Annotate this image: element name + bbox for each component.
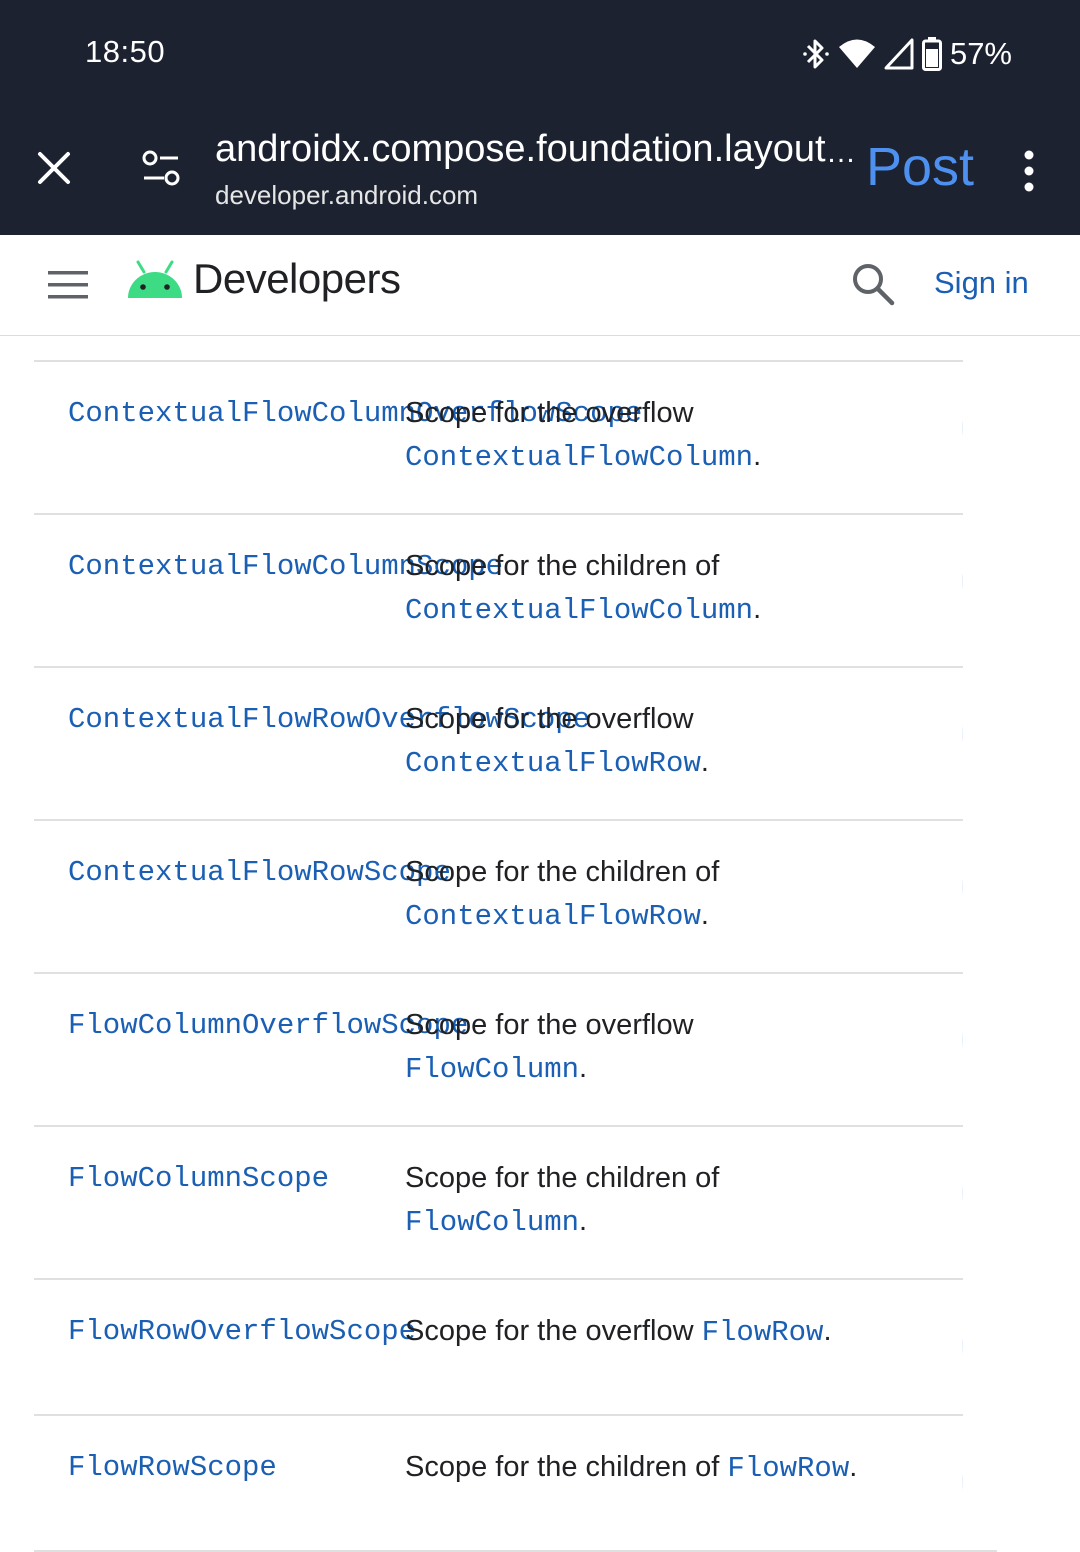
page-domain[interactable]: developer.android.com — [215, 180, 478, 211]
class-link[interactable]: FlowRowScope — [68, 1451, 277, 1484]
cell-signal-icon — [884, 38, 914, 70]
class-link[interactable]: ContextualFlowRowScope — [68, 856, 451, 889]
title-ellipsis: … — [826, 136, 856, 169]
class-description: Scope for the children of ContextualFlowR… — [405, 851, 719, 938]
description-suffix: . — [849, 1451, 858, 1483]
description-code-link[interactable]: FlowColumn — [405, 1206, 579, 1239]
class-link[interactable]: FlowRowOverflowScope — [68, 1315, 416, 1348]
bluetooth-icon — [803, 39, 829, 69]
class-description: Scope for the overflow ContextualFlowColu… — [405, 392, 761, 479]
table-row: FlowColumnOverflowScope Scope for the ove… — [34, 974, 1032, 1127]
post-button[interactable]: Post — [866, 136, 974, 198]
wifi-icon — [838, 39, 875, 68]
description-code-link[interactable]: FlowRow — [727, 1452, 849, 1485]
description-code-link[interactable]: ContextualFlowRow — [405, 900, 701, 933]
class-description: Scope for the children of ContextualFlowC… — [405, 545, 761, 632]
description-suffix: . — [579, 1205, 588, 1237]
sign-in-link[interactable]: Sign in — [934, 265, 1029, 301]
description-suffix: . — [823, 1315, 832, 1347]
site-header: Developers Sign in — [0, 235, 1080, 336]
brand-name[interactable]: Developers — [193, 255, 401, 303]
description-code-link[interactable]: FlowRow — [702, 1316, 824, 1349]
description-suffix: . — [700, 899, 709, 931]
class-link[interactable]: FlowColumnScope — [68, 1162, 329, 1195]
class-table: ContextualFlowColumnOverflowScope Scope f… — [34, 360, 1032, 1552]
description-text: Scope for the overflow — [405, 703, 694, 735]
table-row: ContextualFlowRowOverflowScope Scope for … — [34, 668, 1032, 821]
page-title[interactable]: androidx.compose.foundation.layout — [215, 128, 826, 171]
description-text: Scope for the overflow — [405, 1315, 702, 1347]
battery-percent: 57% — [949, 36, 1012, 71]
android-logo-icon[interactable] — [126, 260, 184, 300]
class-description: Scope for the overflow ContextualFlowRow. — [405, 698, 709, 785]
search-icon[interactable] — [850, 261, 896, 307]
description-suffix: . — [579, 1052, 588, 1084]
status-time: 18:50 — [85, 34, 166, 69]
description-suffix: . — [700, 746, 709, 778]
class-description: Scope for the overflow FlowColumn. — [405, 1004, 694, 1091]
description-text: Scope for the overflow — [405, 397, 694, 429]
class-description: Scope for the children of FlowRow. — [405, 1446, 857, 1490]
description-code-link[interactable]: ContextualFlowColumn — [405, 441, 753, 474]
table-row: FlowRowScope Scope for the children of Fl… — [34, 1416, 1032, 1552]
table-row: FlowColumnScope Scope for the children of… — [34, 1127, 1032, 1280]
battery-icon — [921, 37, 942, 71]
description-suffix: . — [753, 440, 762, 472]
description-code-link[interactable]: ContextualFlowRow — [405, 747, 701, 780]
description-text: Scope for the children of — [405, 550, 720, 582]
table-row: FlowRowOverflowScope Scope for the overfl… — [34, 1280, 1032, 1416]
description-text: Scope for the children of — [405, 1451, 728, 1483]
description-code-link[interactable]: ContextualFlowColumn — [405, 594, 753, 627]
description-text: Scope for the overflow — [405, 1009, 694, 1041]
table-row: ContextualFlowColumnScope Scope for the c… — [34, 515, 1032, 668]
class-description: Scope for the overflow FlowRow. — [405, 1310, 832, 1354]
close-icon[interactable] — [28, 142, 80, 194]
description-text: Scope for the children of — [405, 1162, 720, 1194]
description-text: Scope for the children of — [405, 856, 720, 888]
more-vert-icon[interactable] — [1014, 150, 1044, 194]
page-info-icon[interactable] — [136, 148, 188, 192]
description-suffix: . — [753, 593, 762, 625]
page-gutter — [963, 336, 1080, 1535]
status-icons: 57% — [802, 32, 1012, 76]
table-row: ContextualFlowRowScope Scope for the chil… — [34, 821, 1032, 974]
hamburger-icon[interactable] — [46, 268, 90, 302]
description-code-link[interactable]: FlowColumn — [405, 1053, 579, 1086]
table-row: ContextualFlowColumnOverflowScope Scope f… — [34, 362, 1032, 515]
class-description: Scope for the children of FlowColumn. — [405, 1157, 719, 1244]
